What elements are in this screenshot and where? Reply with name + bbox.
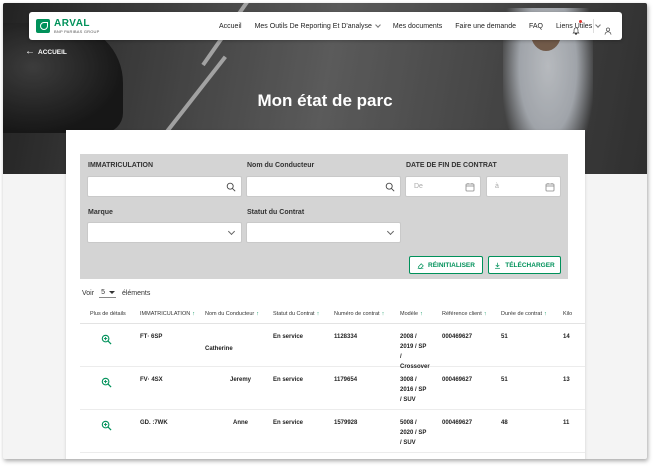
page-title: Mon état de parc [257, 91, 393, 110]
nav-item-accueil[interactable]: Accueil [219, 23, 242, 30]
logo-tagline: BNP PARIBAS GROUP [54, 28, 100, 34]
bell-icon[interactable] [572, 20, 582, 35]
sort-icon: ↑ [316, 311, 320, 317]
table-row: FT· 6SP Catherine En service 1128334 200… [80, 324, 585, 370]
nav-item-faq[interactable]: FAQ [529, 23, 543, 30]
chevron-down-icon [375, 22, 381, 28]
date-fin-label: DATE DE FIN DE CONTRAT [406, 162, 497, 169]
col-statut[interactable]: Statut du Contrat ↑ [273, 311, 319, 317]
sort-icon: ↑ [483, 311, 487, 317]
table-row: FV· 4SX Jeremy En service 1179654 3008 /… [80, 367, 585, 410]
search-icon [385, 182, 395, 192]
col-conducteur[interactable]: Nom du Conducteur ↑ [205, 311, 259, 317]
back-link[interactable]: ← ACCUEIL [25, 47, 67, 57]
download-icon [495, 262, 501, 269]
date-to-input[interactable]: à [486, 176, 561, 197]
chevron-down-icon [227, 227, 236, 236]
zoom-in-icon[interactable] [101, 420, 112, 431]
zoom-in-icon[interactable] [101, 377, 112, 388]
reset-button[interactable]: RÉINITIALISER [409, 256, 483, 274]
col-reference[interactable]: Référence client ↑ [442, 311, 487, 317]
nav-item-demande[interactable]: Faire une demande [455, 23, 516, 30]
nav-links: Accueil Mes Outils De Reporting Et D'ana… [219, 12, 613, 40]
chevron-down-icon [386, 227, 395, 236]
nav-item-reporting[interactable]: Mes Outils De Reporting Et D'analyse [255, 22, 381, 30]
conducteur-label: Nom du Conducteur [247, 162, 315, 169]
app-window: ARVAL BNP PARIBAS GROUP Accueil Mes Outi… [3, 3, 647, 459]
col-modele[interactable]: Modèle ↑ [400, 311, 423, 317]
immatriculation-label: IMMATRICULATION [88, 162, 154, 169]
page-size-control: Voir 5 éléments [82, 289, 151, 298]
calendar-icon [545, 182, 555, 192]
arval-logo[interactable]: ARVAL BNP PARIBAS GROUP [36, 17, 100, 34]
download-button[interactable]: TÉLÉCHARGER [488, 256, 561, 274]
eraser-icon [417, 262, 424, 269]
page-size-select[interactable]: 5 [99, 289, 116, 298]
nav-item-documents[interactable]: Mes documents [393, 23, 442, 30]
col-contrat[interactable]: Numéro de contrat ↑ [334, 311, 384, 317]
sort-icon: ↑ [543, 311, 547, 317]
table-row: GD. :7WK Anne En service 1579928 5008 / … [80, 410, 585, 453]
marque-select[interactable] [87, 222, 242, 243]
modele-cell: 2008 / 2019 / SP / Crossover [400, 334, 430, 370]
zoom-in-icon[interactable] [101, 334, 112, 345]
modele-cell: 3008 / 2016 / SP / SUV [400, 377, 427, 403]
sort-icon: ↑ [192, 311, 195, 317]
fleet-table: Plus de détails IMMATRICULATION ↑ Nom du … [80, 306, 585, 453]
conducteur-input[interactable] [246, 176, 401, 197]
calendar-icon [465, 182, 475, 192]
arval-logo-icon [36, 19, 50, 33]
col-duree[interactable]: Durée de contrat ↑ [501, 311, 547, 317]
caret-down-icon [108, 291, 115, 294]
col-immatriculation[interactable]: IMMATRICULATION ↑ [140, 311, 195, 317]
date-from-input[interactable]: De [405, 176, 481, 197]
immatriculation-input[interactable] [87, 176, 242, 197]
statut-label: Statut du Contrat [247, 209, 305, 216]
arrow-left-icon: ← [25, 46, 35, 57]
user-icon[interactable] [604, 22, 612, 35]
col-details: Plus de détails [90, 311, 126, 317]
sort-icon: ↑ [420, 311, 423, 317]
sort-icon: ↑ [256, 311, 259, 317]
marque-label: Marque [88, 209, 113, 216]
statut-select[interactable] [246, 222, 401, 243]
sort-icon: ↑ [381, 311, 385, 317]
fleet-card: IMMATRICULATION Nom du Conducteur DATE D… [66, 130, 585, 459]
modele-cell: 5008 / 2020 / SP / SUV [400, 420, 427, 446]
table-header: Plus de détails IMMATRICULATION ↑ Nom du … [80, 306, 585, 324]
col-kilo[interactable]: Kilo [563, 311, 572, 317]
notification-dot [579, 20, 582, 23]
logo-name: ARVAL [54, 17, 91, 29]
search-icon [226, 182, 236, 192]
filters-panel: IMMATRICULATION Nom du Conducteur DATE D… [80, 154, 568, 279]
top-nav: ARVAL BNP PARIBAS GROUP Accueil Mes Outi… [29, 12, 622, 40]
